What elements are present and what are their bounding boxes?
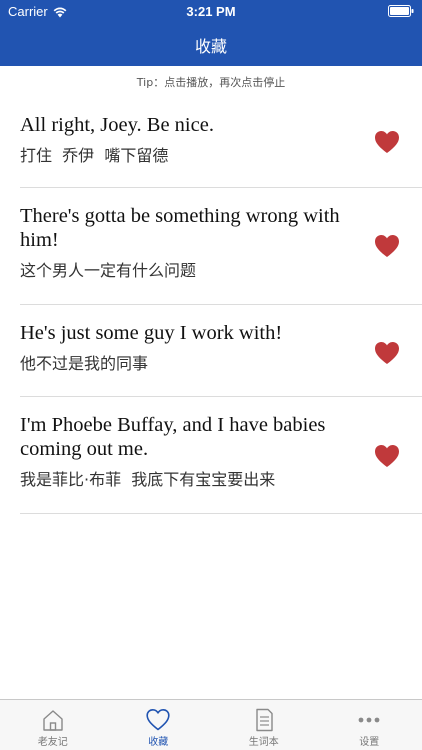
app-screen: Carrier 3:21 PM 收藏 Tip：点击播放，再次点击停止 All r… [0, 0, 422, 750]
chinese-translation: 这个男人一定有什么问题 [20, 261, 197, 280]
heart-icon[interactable] [374, 444, 400, 468]
favorites-list: All right, Joey. Be nice. 打住 乔伊 嘴下留德 The… [0, 95, 422, 514]
status-bar: Carrier 3:21 PM [0, 0, 422, 22]
more-icon [356, 707, 382, 733]
tab-settings[interactable]: 设置 [317, 700, 422, 750]
tab-vocabulary[interactable]: 生词本 [211, 700, 317, 750]
list-item[interactable]: All right, Joey. Be nice. 打住 乔伊 嘴下留德 [20, 95, 422, 188]
item-text: He's just some guy I work with! 他不过是我的同事 [20, 305, 355, 375]
list-item[interactable]: He's just some guy I work with! 他不过是我的同事 [20, 305, 422, 397]
item-text: There's gotta be something wrong with hi… [20, 188, 355, 282]
heart-outline-icon [145, 707, 171, 733]
header: Carrier 3:21 PM 收藏 [0, 0, 422, 66]
chinese-translation: 我是菲比·布菲 我底下有宝宝要出来 [20, 470, 276, 489]
list-item[interactable]: There's gotta be something wrong with hi… [20, 188, 422, 305]
english-sentence: I'm Phoebe Buffay, and I have babies com… [20, 414, 326, 460]
tip-text: Tip：点击播放，再次点击停止 [136, 76, 286, 89]
heart-icon[interactable] [374, 130, 400, 154]
battery-icon [388, 5, 414, 17]
item-text: I'm Phoebe Buffay, and I have babies com… [20, 397, 355, 491]
home-icon [40, 707, 66, 733]
chinese-translation: 打住 乔伊 嘴下留德 [20, 146, 169, 165]
english-sentence: All right, Joey. Be nice. [20, 114, 214, 136]
tab-label: 生词本 [248, 737, 279, 748]
tab-bar: 老友记 收藏 生词本 设置 [0, 699, 422, 750]
english-sentence: There's gotta be something wrong with hi… [20, 205, 340, 251]
status-time: 3:21 PM [186, 4, 236, 19]
tab-label: 老友记 [37, 737, 68, 748]
chinese-translation: 他不过是我的同事 [20, 354, 149, 373]
list-item[interactable]: I'm Phoebe Buffay, and I have babies com… [20, 397, 422, 514]
item-text: All right, Joey. Be nice. 打住 乔伊 嘴下留德 [20, 95, 355, 167]
tab-friends[interactable]: 老友记 [0, 700, 106, 750]
tab-label: 设置 [359, 737, 380, 748]
page-title: 收藏 [194, 37, 227, 56]
english-sentence: He's just some guy I work with! [20, 322, 283, 344]
tab-label: 收藏 [148, 737, 169, 748]
heart-icon[interactable] [374, 234, 400, 258]
tab-favorites[interactable]: 收藏 [106, 700, 212, 750]
notebook-icon [251, 707, 277, 733]
heart-icon[interactable] [374, 341, 400, 365]
